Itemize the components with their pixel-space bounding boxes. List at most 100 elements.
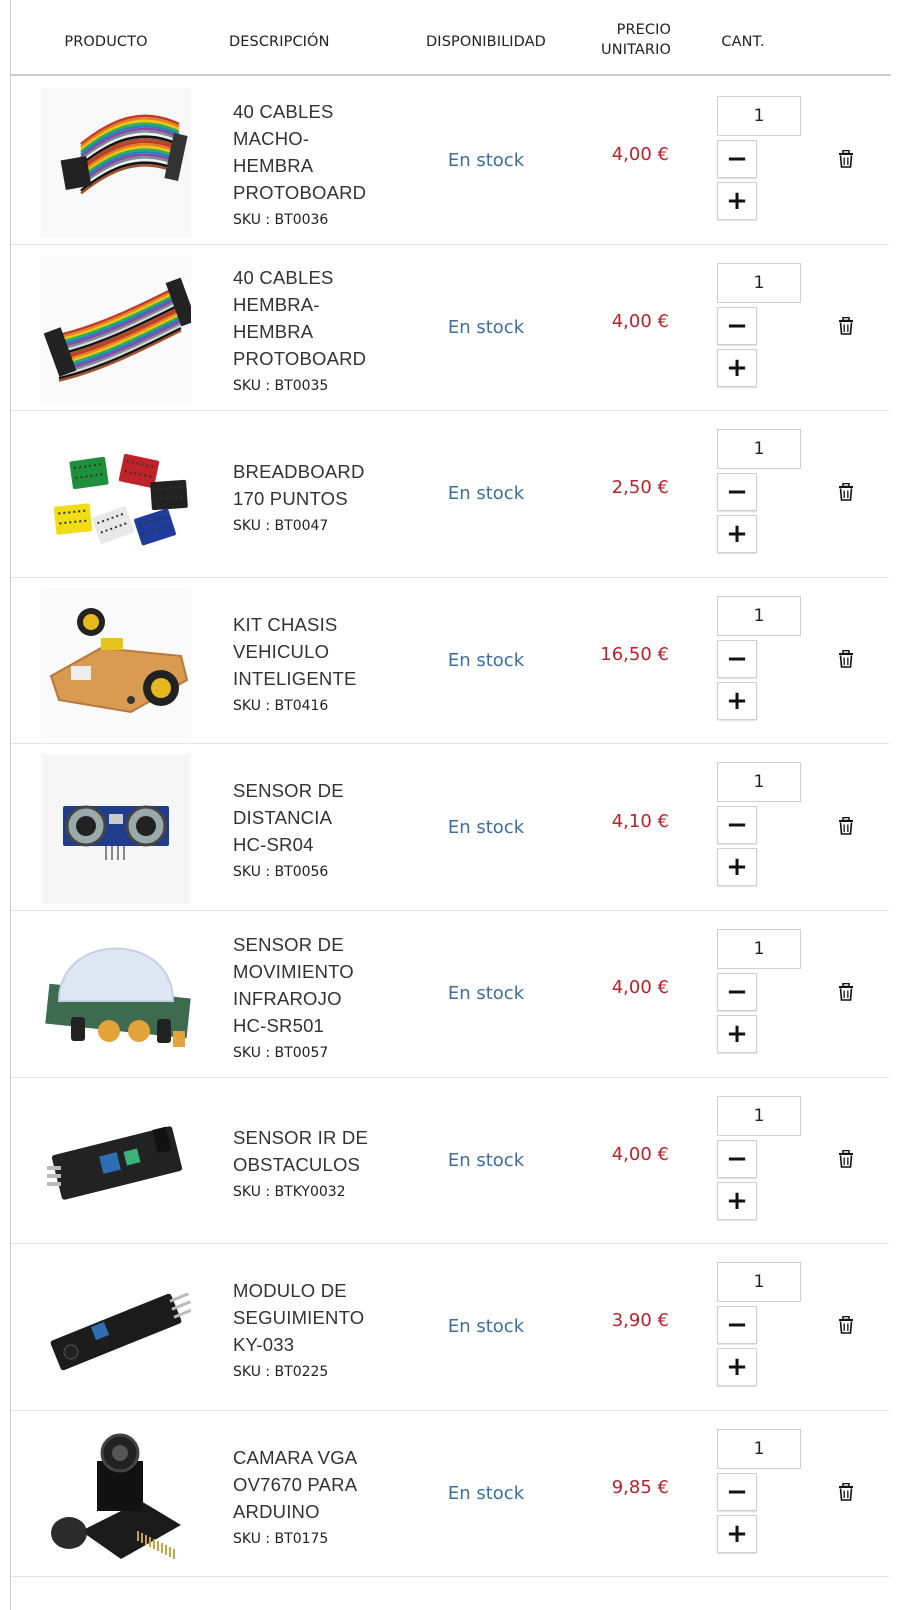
- availability-status: En stock: [447, 983, 525, 1005]
- product-name[interactable]: KIT CHASIS VEHICULO INTELIGENTE: [233, 611, 403, 692]
- product-description: SENSOR DE MOVIMIENTO INFRAROJO HC-SR501 SKU…: [233, 911, 403, 1082]
- quantity-input[interactable]: [717, 429, 801, 470]
- product-image[interactable]: [41, 1254, 191, 1405]
- product-name-line: HEMBRA: [233, 154, 314, 176]
- quantity-input[interactable]: [717, 595, 801, 636]
- product-name-line: 40 CABLES: [233, 100, 334, 122]
- cart-item-row: BREADBOARD 170 PUNTOS SKU : BT0047 En sto…: [11, 411, 889, 578]
- delete-item-button[interactable]: [837, 1316, 855, 1338]
- product-name[interactable]: 40 CABLES MACHO- HEMBRA PROTOBOARD: [233, 98, 403, 206]
- increase-quantity-button[interactable]: +: [717, 182, 757, 220]
- increase-quantity-button[interactable]: +: [717, 1348, 757, 1387]
- decrease-quantity-button[interactable]: −: [717, 806, 757, 845]
- header-quantity: CANT.: [721, 34, 765, 50]
- product-image[interactable]: [41, 1087, 191, 1238]
- decrease-quantity-button[interactable]: −: [717, 1306, 757, 1345]
- product-name-line: HC-SR04: [233, 834, 314, 856]
- decrease-quantity-button[interactable]: −: [717, 140, 757, 178]
- increase-quantity-button[interactable]: +: [717, 681, 757, 720]
- cart-item-row: SENSOR DE DISTANCIA HC-SR04 SKU : BT0056 E…: [11, 744, 889, 911]
- product-sku: SKU : BT0225: [233, 1364, 329, 1381]
- increase-quantity-button[interactable]: +: [717, 348, 757, 387]
- product-name-line: CAMARA VGA: [233, 1446, 358, 1468]
- trash-icon: [838, 483, 854, 505]
- quantity-input[interactable]: [717, 1095, 801, 1136]
- cart-item-row: CAMARA VGA OV7670 PARA ARDUINO SKU : BT017…: [11, 1411, 889, 1578]
- cart-header: PRODUCTO DESCRIPCIÓN DISPONIBILIDAD PREC…: [11, 0, 891, 76]
- unit-price: 16,50 €: [600, 644, 669, 666]
- minus-icon: −: [726, 144, 748, 174]
- product-name-line: ARDUINO: [233, 1500, 320, 1522]
- decrease-quantity-button[interactable]: −: [717, 1472, 757, 1511]
- product-name[interactable]: MODULO DE SEGUIMIENTO KY-033: [233, 1277, 403, 1358]
- plus-icon: +: [726, 186, 748, 216]
- increase-quantity-button[interactable]: +: [717, 848, 757, 887]
- decrease-quantity-button[interactable]: −: [717, 973, 757, 1011]
- delete-item-button[interactable]: [837, 649, 855, 672]
- cart-item-row: 40 CABLES MACHO- HEMBRA PROTOBOARD SKU : BT…: [11, 78, 889, 245]
- quantity-input[interactable]: [717, 96, 801, 136]
- header-product: PRODUCTO: [64, 34, 148, 50]
- product-image[interactable]: [41, 421, 191, 572]
- product-sku: SKU : BT0035: [233, 378, 329, 395]
- plus-icon: +: [726, 685, 748, 716]
- plus-icon: +: [726, 1185, 748, 1216]
- delete-item-button[interactable]: [837, 316, 855, 339]
- delete-item-button[interactable]: [837, 816, 855, 839]
- product-name-line: INFRAROJO: [233, 987, 342, 1009]
- product-name-line: SENSOR IR DE: [233, 1127, 369, 1149]
- unit-price: 4,00 €: [611, 977, 669, 999]
- product-name-line: HC-SR501: [233, 1014, 325, 1036]
- increase-quantity-button[interactable]: +: [717, 1181, 757, 1220]
- quantity-input[interactable]: [717, 1428, 801, 1469]
- product-name-line: MODULO DE: [233, 1280, 347, 1302]
- trash-icon: [838, 1316, 854, 1338]
- header-price-line1: PRECIO: [616, 22, 671, 38]
- delete-item-button[interactable]: [837, 150, 855, 172]
- minus-icon: −: [726, 810, 748, 841]
- product-name-line: VEHICULO: [233, 640, 330, 662]
- product-name-line: HEMBRA: [233, 321, 314, 343]
- minus-icon: −: [726, 977, 748, 1007]
- minus-icon: −: [726, 1310, 748, 1341]
- product-name[interactable]: SENSOR DE MOVIMIENTO INFRAROJO HC-SR501: [233, 931, 403, 1039]
- product-sku: SKU : BT0057: [233, 1044, 329, 1061]
- product-image[interactable]: [41, 754, 191, 905]
- product-image[interactable]: [41, 254, 191, 405]
- cart-item-row: MODULO DE SEGUIMIENTO KY-033 SKU : BT0225 …: [11, 1244, 889, 1411]
- increase-quantity-button[interactable]: +: [717, 1514, 757, 1553]
- trash-icon: [838, 316, 854, 339]
- decrease-quantity-button[interactable]: −: [717, 473, 757, 512]
- availability-status: En stock: [447, 1483, 525, 1505]
- quantity-input[interactable]: [717, 1262, 801, 1303]
- plus-icon: +: [726, 519, 748, 550]
- delete-item-button[interactable]: [837, 1149, 855, 1172]
- increase-quantity-button[interactable]: +: [717, 1015, 757, 1053]
- increase-quantity-button[interactable]: +: [717, 515, 757, 554]
- decrease-quantity-button[interactable]: −: [717, 1139, 757, 1178]
- delete-item-button[interactable]: [837, 483, 855, 505]
- trash-icon: [838, 983, 854, 1005]
- delete-item-button[interactable]: [837, 983, 855, 1005]
- quantity-input[interactable]: [717, 262, 801, 303]
- unit-price: 4,00 €: [611, 1143, 669, 1165]
- product-name[interactable]: SENSOR IR DE OBSTACULOS: [233, 1124, 403, 1178]
- quantity-input[interactable]: [717, 762, 801, 803]
- product-name[interactable]: CAMARA VGA OV7670 PARA ARDUINO: [233, 1444, 403, 1525]
- unit-price: 9,85 €: [611, 1477, 669, 1499]
- product-name[interactable]: BREADBOARD 170 PUNTOS: [233, 458, 403, 512]
- decrease-quantity-button[interactable]: −: [717, 306, 757, 345]
- product-image[interactable]: [41, 921, 191, 1071]
- decrease-quantity-button[interactable]: −: [717, 639, 757, 678]
- product-name[interactable]: SENSOR DE DISTANCIA HC-SR04: [233, 777, 403, 858]
- cart-item-row: SENSOR IR DE OBSTACULOS SKU : BTKY0032 En…: [11, 1078, 889, 1245]
- quantity-input[interactable]: [717, 929, 801, 969]
- product-name[interactable]: 40 CABLES HEMBRA- HEMBRA PROTOBOARD: [233, 264, 403, 372]
- product-image[interactable]: [41, 587, 191, 738]
- header-availability: DISPONIBILIDAD: [426, 34, 546, 50]
- product-description: SENSOR IR DE OBSTACULOS SKU : BTKY0032: [233, 1078, 403, 1249]
- product-image[interactable]: [41, 1420, 191, 1571]
- product-image[interactable]: [41, 88, 191, 238]
- minus-icon: −: [726, 643, 748, 674]
- delete-item-button[interactable]: [837, 1482, 855, 1505]
